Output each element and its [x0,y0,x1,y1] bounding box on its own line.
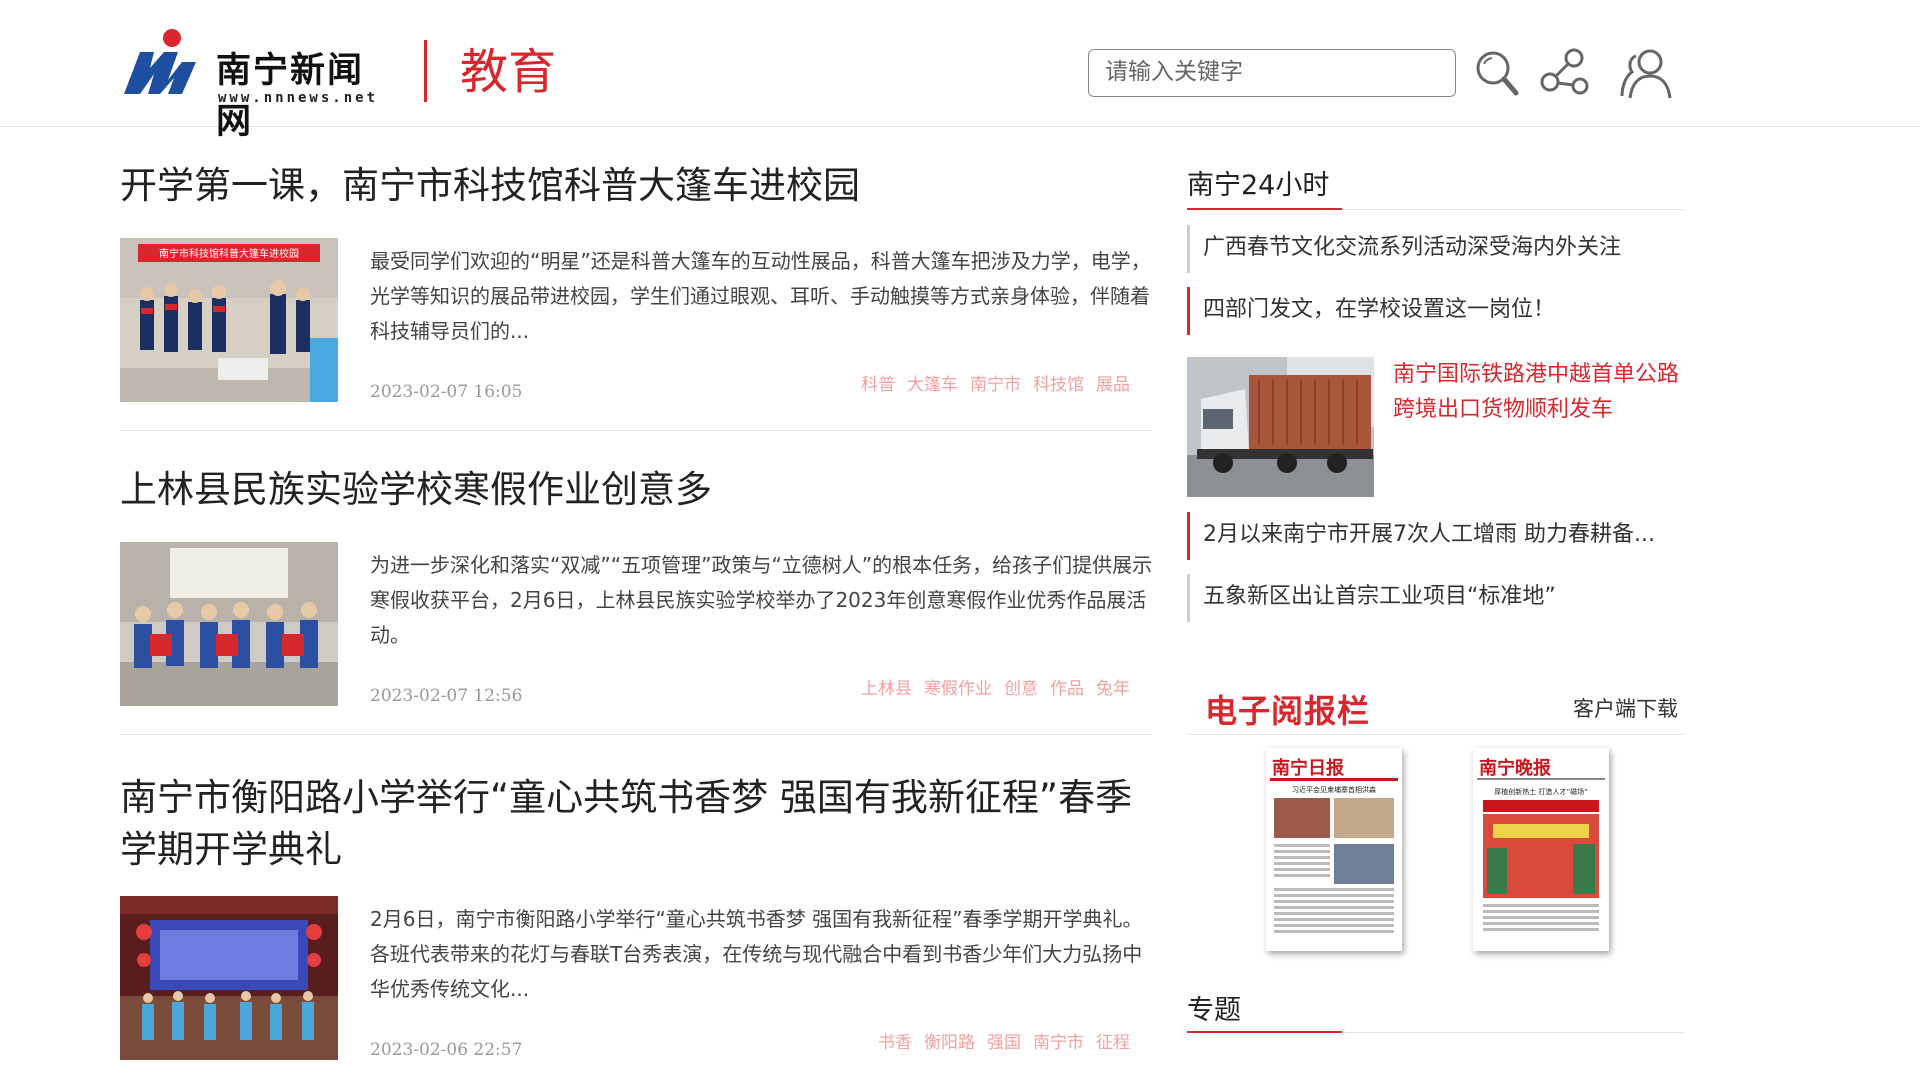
epaper-heading: 电子阅报栏 [1205,692,1371,730]
tag-link[interactable]: 上林县 [861,679,912,699]
newspaper-cover[interactable]: 南宁日报 习近平会见柬埔寨首相洪森 [1266,748,1402,951]
site-logo[interactable]: 南宁新闻网 www.nnnews.net [120,28,390,142]
client-download-link[interactable]: 客户端下载 [1573,693,1678,723]
article-summary: 2月6日，南宁市衡阳路小学举行“童心共筑书香梦 强国有我新征程”春季学期开学典礼… [370,907,1143,1001]
topics-heading-accent [1187,1031,1342,1033]
article-thumbnail[interactable] [120,542,338,706]
section-title[interactable]: 教育 [460,44,556,100]
article-thumbnail[interactable] [120,896,338,1060]
feature-title[interactable]: 南宁国际铁路港中越首单公路跨境出口货物顺利发车 [1393,357,1685,427]
article-date: 2023-02-07 16:05 [370,382,523,402]
share-icon[interactable] [1536,44,1596,102]
tag-link[interactable]: 兔年 [1096,679,1130,699]
tag-link[interactable]: 展品 [1096,375,1130,395]
header-divider [424,40,427,102]
search-icon[interactable] [1468,44,1528,102]
article-title[interactable]: 南宁市衡阳路小学举行“童心共筑书香梦 强国有我新征程”春季学期开学典礼 [120,772,1152,876]
tag-link[interactable]: 科普 [861,375,895,395]
user-icon[interactable] [1618,44,1678,102]
tag-link[interactable]: 作品 [1050,679,1084,699]
thumbnail-banner-text: 南宁市科技馆科普大篷车进校园 [159,247,299,260]
tag-link[interactable]: 南宁市 [970,375,1021,395]
topics-heading[interactable]: 专题 [1187,988,1241,1027]
newspaper-headline: 厚植创新热土 打造人才“磁场” [1494,787,1587,796]
article-separator [120,734,1152,735]
tag-link[interactable]: 强国 [987,1033,1021,1053]
sidebar-heading-accent [1187,208,1342,210]
article-summary: 最受同学们欢迎的“明星”还是科普大篷车的互动性展品，科普大篷车把涉及力学，电学，… [370,249,1151,343]
article-card: 上林县民族实验学校寒假作业创意多 为进一步深化和落实“双减”“五项管理”政策与“… [120,464,1152,706]
sidebar-news-item[interactable]: 广西春节文化交流系列活动深受海内外关注 [1187,225,1685,273]
article-thumbnail[interactable]: 南宁市科技馆科普大篷车进校园 [120,238,338,402]
logo-mark-icon [124,29,196,94]
tag-link[interactable]: 科技馆 [1033,375,1084,395]
article-tags: 书香 衡阳路 强国 南宁市 征程 [866,1028,1130,1053]
sidebar-news-item[interactable]: 五象新区出让首宗工业项目“标准地” [1187,574,1685,622]
search-input[interactable] [1089,50,1451,94]
site-header: 南宁新闻网 www.nnnews.net 教育 [0,0,1920,142]
article-separator [120,430,1152,431]
search-box [1088,49,1456,97]
article-summary: 为进一步深化和落实“双减”“五项管理”政策与“立德树人”的根本任务，给孩子们提供… [370,553,1153,647]
article-title[interactable]: 上林县民族实验学校寒假作业创意多 [120,464,1152,516]
tag-link[interactable]: 书香 [878,1033,912,1053]
sidebar-news-item[interactable]: 四部门发文，在学校设置这一岗位！ [1187,287,1685,335]
article-card: 开学第一课，南宁市科技馆科普大篷车进校园 南宁市科技馆科普大篷车进校园 最受同学… [120,160,1152,402]
tag-link[interactable]: 征程 [1096,1033,1130,1053]
article-date: 2023-02-07 12:56 [370,686,523,706]
epaper-heading-line [1187,734,1685,735]
tag-link[interactable]: 创意 [1004,679,1038,699]
sidebar-news-item[interactable]: 2月以来南宁市开展7次人工增雨 助力春耕备... [1187,512,1685,560]
tag-link[interactable]: 寒假作业 [924,679,992,699]
tag-link[interactable]: 衡阳路 [924,1033,975,1053]
feature-thumbnail[interactable] [1187,357,1374,497]
tag-link[interactable]: 大篷车 [907,375,958,395]
article-tags: 科普 大篷车 南宁市 科技馆 展品 [849,370,1130,395]
newspaper-headline: 习近平会见柬埔寨首相洪森 [1292,785,1376,794]
newspaper-cover[interactable]: 南宁晚报 厚植创新热土 打造人才“磁场” [1473,748,1609,951]
sidebar-feature-item[interactable]: 南宁国际铁路港中越首单公路跨境出口货物顺利发车 [1187,357,1685,499]
logo-url: www.nnnews.net [218,90,379,106]
article-card: 南宁市衡阳路小学举行“童心共筑书香梦 强国有我新征程”春季学期开学典礼 2月6日… [120,772,1152,1060]
sidebar-heading[interactable]: 南宁24小时 [1187,163,1329,202]
article-date: 2023-02-06 22:57 [370,1040,523,1060]
tag-link[interactable]: 南宁市 [1033,1033,1084,1053]
article-tags: 上林县 寒假作业 创意 作品 兔年 [849,674,1130,699]
article-title[interactable]: 开学第一课，南宁市科技馆科普大篷车进校园 [120,160,1152,212]
